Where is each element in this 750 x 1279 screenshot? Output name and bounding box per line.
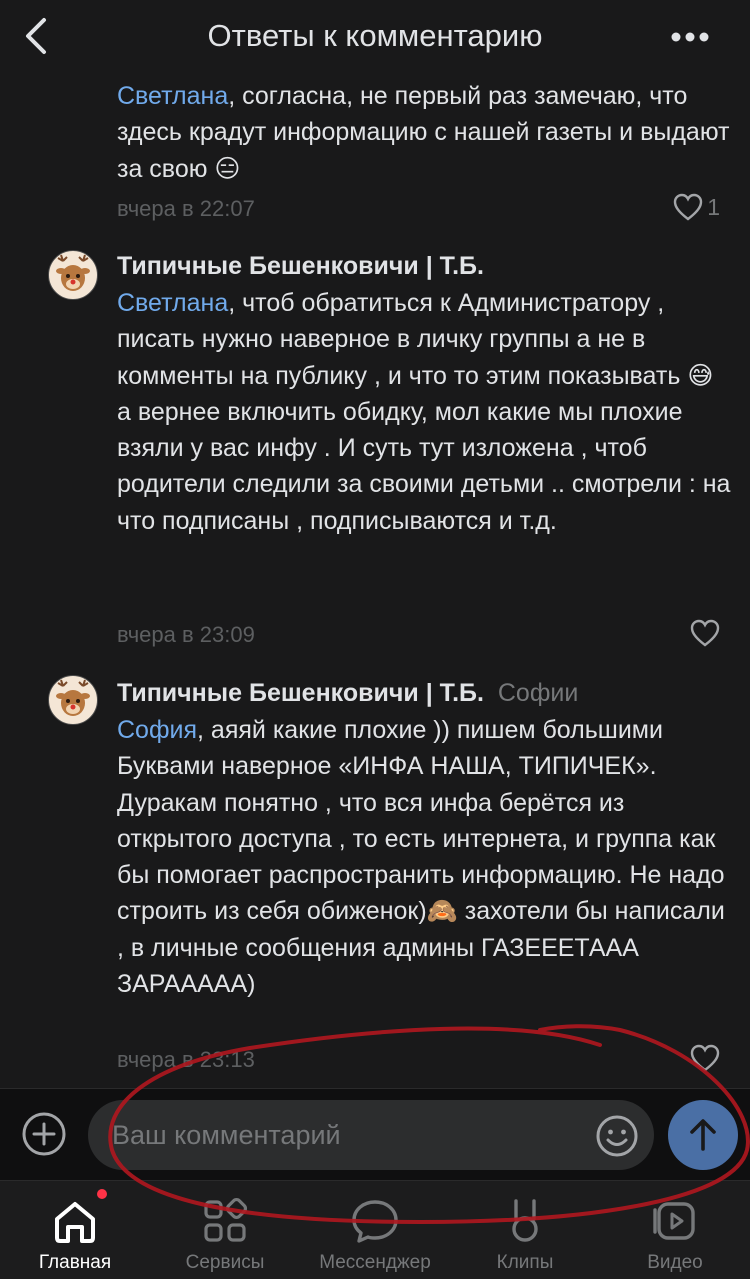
comment-composer <box>0 1088 750 1181</box>
heart-icon <box>674 193 703 221</box>
like-button[interactable]: 1 <box>660 191 720 223</box>
heart-icon <box>690 1044 720 1072</box>
header: Ответы к комментарию <box>0 0 750 74</box>
home-icon <box>55 1202 95 1243</box>
comment-text: София, аяяй какие плохие )) пишем больши… <box>117 716 725 999</box>
more-options-icon[interactable] <box>670 22 710 52</box>
clips-icon <box>512 1199 538 1242</box>
comment-time: вчера в 22:07 <box>117 196 255 221</box>
deer-avatar-icon <box>56 679 90 716</box>
tab-label: Сервисы <box>185 1252 265 1273</box>
notification-dot <box>97 1189 107 1199</box>
mention-link[interactable]: Светлана <box>117 82 228 110</box>
comment-author[interactable]: Типичные Бешенковичи | Т.Б. <box>117 679 484 707</box>
services-icon <box>204 1197 248 1242</box>
deer-avatar-icon <box>56 254 90 291</box>
avatar[interactable] <box>48 675 98 725</box>
tab-home[interactable]: Главная <box>0 1181 150 1279</box>
like-count: 1 <box>707 193 720 220</box>
tab-video[interactable]: Видео <box>600 1181 750 1279</box>
comment-author[interactable]: Типичные Бешенковичи | Т.Б. <box>117 252 484 280</box>
comment-header: Типичные Бешенковичи | Т.Б. Софии <box>117 675 732 711</box>
attach-plus-icon[interactable] <box>21 1111 67 1157</box>
tab-label: Клипы <box>496 1252 554 1273</box>
reply-to-label[interactable]: Софии <box>498 679 578 707</box>
emoji-smile-icon[interactable] <box>594 1113 640 1159</box>
heart-icon <box>690 619 720 647</box>
comment-input[interactable] <box>88 1100 654 1170</box>
tab-label: Главная <box>38 1252 112 1273</box>
tab-label: Мессенджер <box>319 1252 431 1273</box>
messenger-icon <box>352 1200 398 1243</box>
tab-services[interactable]: Сервисы <box>150 1181 300 1279</box>
comment-header: Типичные Бешенковичи | Т.Б. <box>117 248 732 284</box>
comment-time: вчера в 23:09 <box>117 622 255 647</box>
mention-link[interactable]: Светлана <box>117 289 228 317</box>
bottom-tab-bar: Главная Сервисы Мессенджер Клипы Видео <box>0 1180 750 1279</box>
tab-label: Видео <box>647 1252 703 1273</box>
like-button[interactable] <box>660 1042 720 1074</box>
comment-text: Светлана, согласна, не первый раз замеча… <box>117 82 730 183</box>
comment-feed[interactable]: Светлана, согласна, не первый раз замеча… <box>0 74 750 1088</box>
tab-messenger[interactable]: Мессенджер <box>300 1181 450 1279</box>
page-title: Ответы к комментарию <box>207 18 543 53</box>
video-icon <box>653 1202 695 1240</box>
tab-clips[interactable]: Клипы <box>450 1181 600 1279</box>
comment-time: вчера в 23:13 <box>117 1047 255 1072</box>
like-button[interactable] <box>660 617 720 649</box>
arrow-up-icon <box>690 1119 716 1151</box>
mention-link[interactable]: София <box>117 716 197 744</box>
comment-text: Светлана, чтоб обратиться к Администрато… <box>117 289 731 535</box>
avatar[interactable] <box>48 250 98 300</box>
send-button[interactable] <box>668 1100 738 1170</box>
